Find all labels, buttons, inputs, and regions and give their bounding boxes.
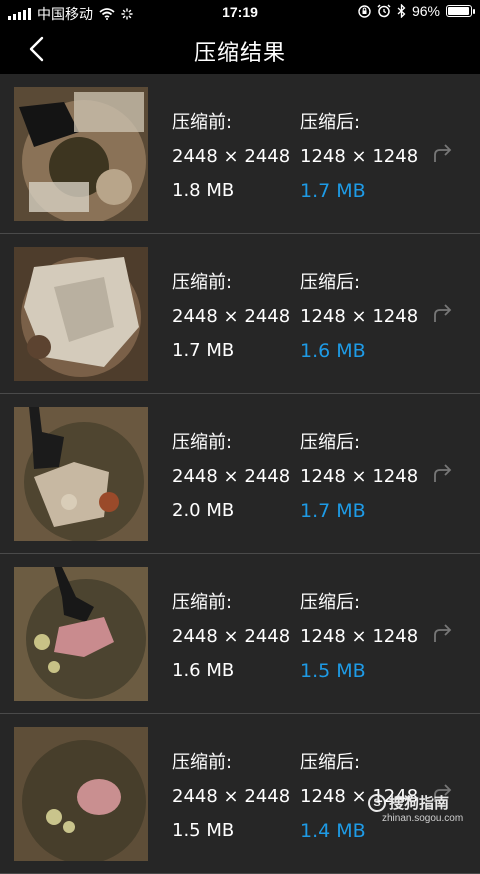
orientation-lock-icon (358, 4, 371, 18)
share-icon[interactable] (430, 620, 456, 646)
photo-thumbnail[interactable] (14, 567, 148, 701)
result-list: 压缩前: 2448 × 2448 1.8 MB 压缩后: 1248 × 1248… (0, 74, 480, 874)
after-info: 压缩后: 1248 × 1248 1.6 MB (300, 266, 418, 368)
before-size: 1.7 MB (172, 340, 235, 361)
before-dimensions: 2448 × 2448 (172, 466, 291, 487)
result-row: 压缩前: 2448 × 2448 1.7 MB 压缩后: 1248 × 1248… (0, 234, 480, 394)
share-icon[interactable] (430, 460, 456, 486)
before-label: 压缩前: (172, 752, 233, 773)
sogou-logo-icon: S (368, 793, 386, 812)
before-label: 压缩前: (172, 592, 233, 613)
before-size: 1.8 MB (172, 180, 235, 201)
after-dimensions: 1248 × 1248 (300, 466, 419, 487)
before-size: 1.5 MB (172, 820, 235, 841)
before-info: 压缩前: 2448 × 2448 1.8 MB (172, 106, 290, 208)
before-info: 压缩前: 2448 × 2448 2.0 MB (172, 426, 290, 528)
status-right: 96% (358, 3, 475, 19)
share-icon[interactable] (430, 300, 456, 326)
before-info: 压缩前: 2448 × 2448 1.7 MB (172, 266, 290, 368)
watermark-name: 搜狗指南 (389, 795, 450, 812)
before-info: 压缩前: 2448 × 2448 1.5 MB (172, 746, 290, 848)
after-size: 1.7 MB (300, 500, 366, 522)
before-label: 压缩前: (172, 272, 233, 293)
result-row: 压缩前: 2448 × 2448 1.6 MB 压缩后: 1248 × 1248… (0, 554, 480, 714)
photo-thumbnail[interactable] (14, 87, 148, 221)
watermark-url: zhinan.sogou.com (382, 813, 464, 824)
before-dimensions: 2448 × 2448 (172, 146, 291, 167)
result-row: 压缩前: 2448 × 2448 2.0 MB 压缩后: 1248 × 1248… (0, 394, 480, 554)
photo-thumbnail[interactable] (14, 407, 148, 541)
after-dimensions: 1248 × 1248 (300, 146, 419, 167)
before-size: 2.0 MB (172, 500, 235, 521)
photo-thumbnail[interactable] (14, 727, 148, 861)
photo-thumbnail[interactable] (14, 247, 148, 381)
nav-bar: 压缩结果 (0, 24, 480, 74)
before-dimensions: 2448 × 2448 (172, 626, 291, 647)
watermark-brand: S 搜狗指南 (368, 792, 472, 813)
after-size: 1.7 MB (300, 180, 366, 202)
before-dimensions: 2448 × 2448 (172, 786, 291, 807)
after-dimensions: 1248 × 1248 (300, 626, 419, 647)
after-label: 压缩后: (300, 272, 361, 293)
battery-fill (448, 7, 470, 15)
after-label: 压缩后: (300, 592, 361, 613)
after-label: 压缩后: (300, 752, 361, 773)
before-size: 1.6 MB (172, 660, 235, 681)
after-size: 1.6 MB (300, 340, 366, 362)
result-row: 压缩前: 2448 × 2448 1.8 MB 压缩后: 1248 × 1248… (0, 74, 480, 234)
after-info: 压缩后: 1248 × 1248 1.7 MB (300, 106, 418, 208)
after-dimensions: 1248 × 1248 (300, 306, 419, 327)
before-label: 压缩前: (172, 112, 233, 133)
before-info: 压缩前: 2448 × 2448 1.6 MB (172, 586, 290, 688)
watermark: S 搜狗指南 zhinan.sogou.com (368, 792, 472, 832)
share-icon[interactable] (430, 140, 456, 166)
after-size: 1.5 MB (300, 660, 366, 682)
after-info: 压缩后: 1248 × 1248 1.7 MB (300, 426, 418, 528)
battery-icon (446, 5, 475, 17)
bluetooth-icon (397, 4, 406, 18)
after-label: 压缩后: (300, 432, 361, 453)
status-bar: 中国移动 17:19 96% (0, 0, 480, 24)
after-info: 压缩后: 1248 × 1248 1.5 MB (300, 586, 418, 688)
before-dimensions: 2448 × 2448 (172, 306, 291, 327)
before-label: 压缩前: (172, 432, 233, 453)
battery-percent: 96% (411, 3, 440, 19)
page-title: 压缩结果 (193, 41, 286, 66)
after-label: 压缩后: (300, 112, 361, 133)
alarm-icon (377, 4, 391, 18)
